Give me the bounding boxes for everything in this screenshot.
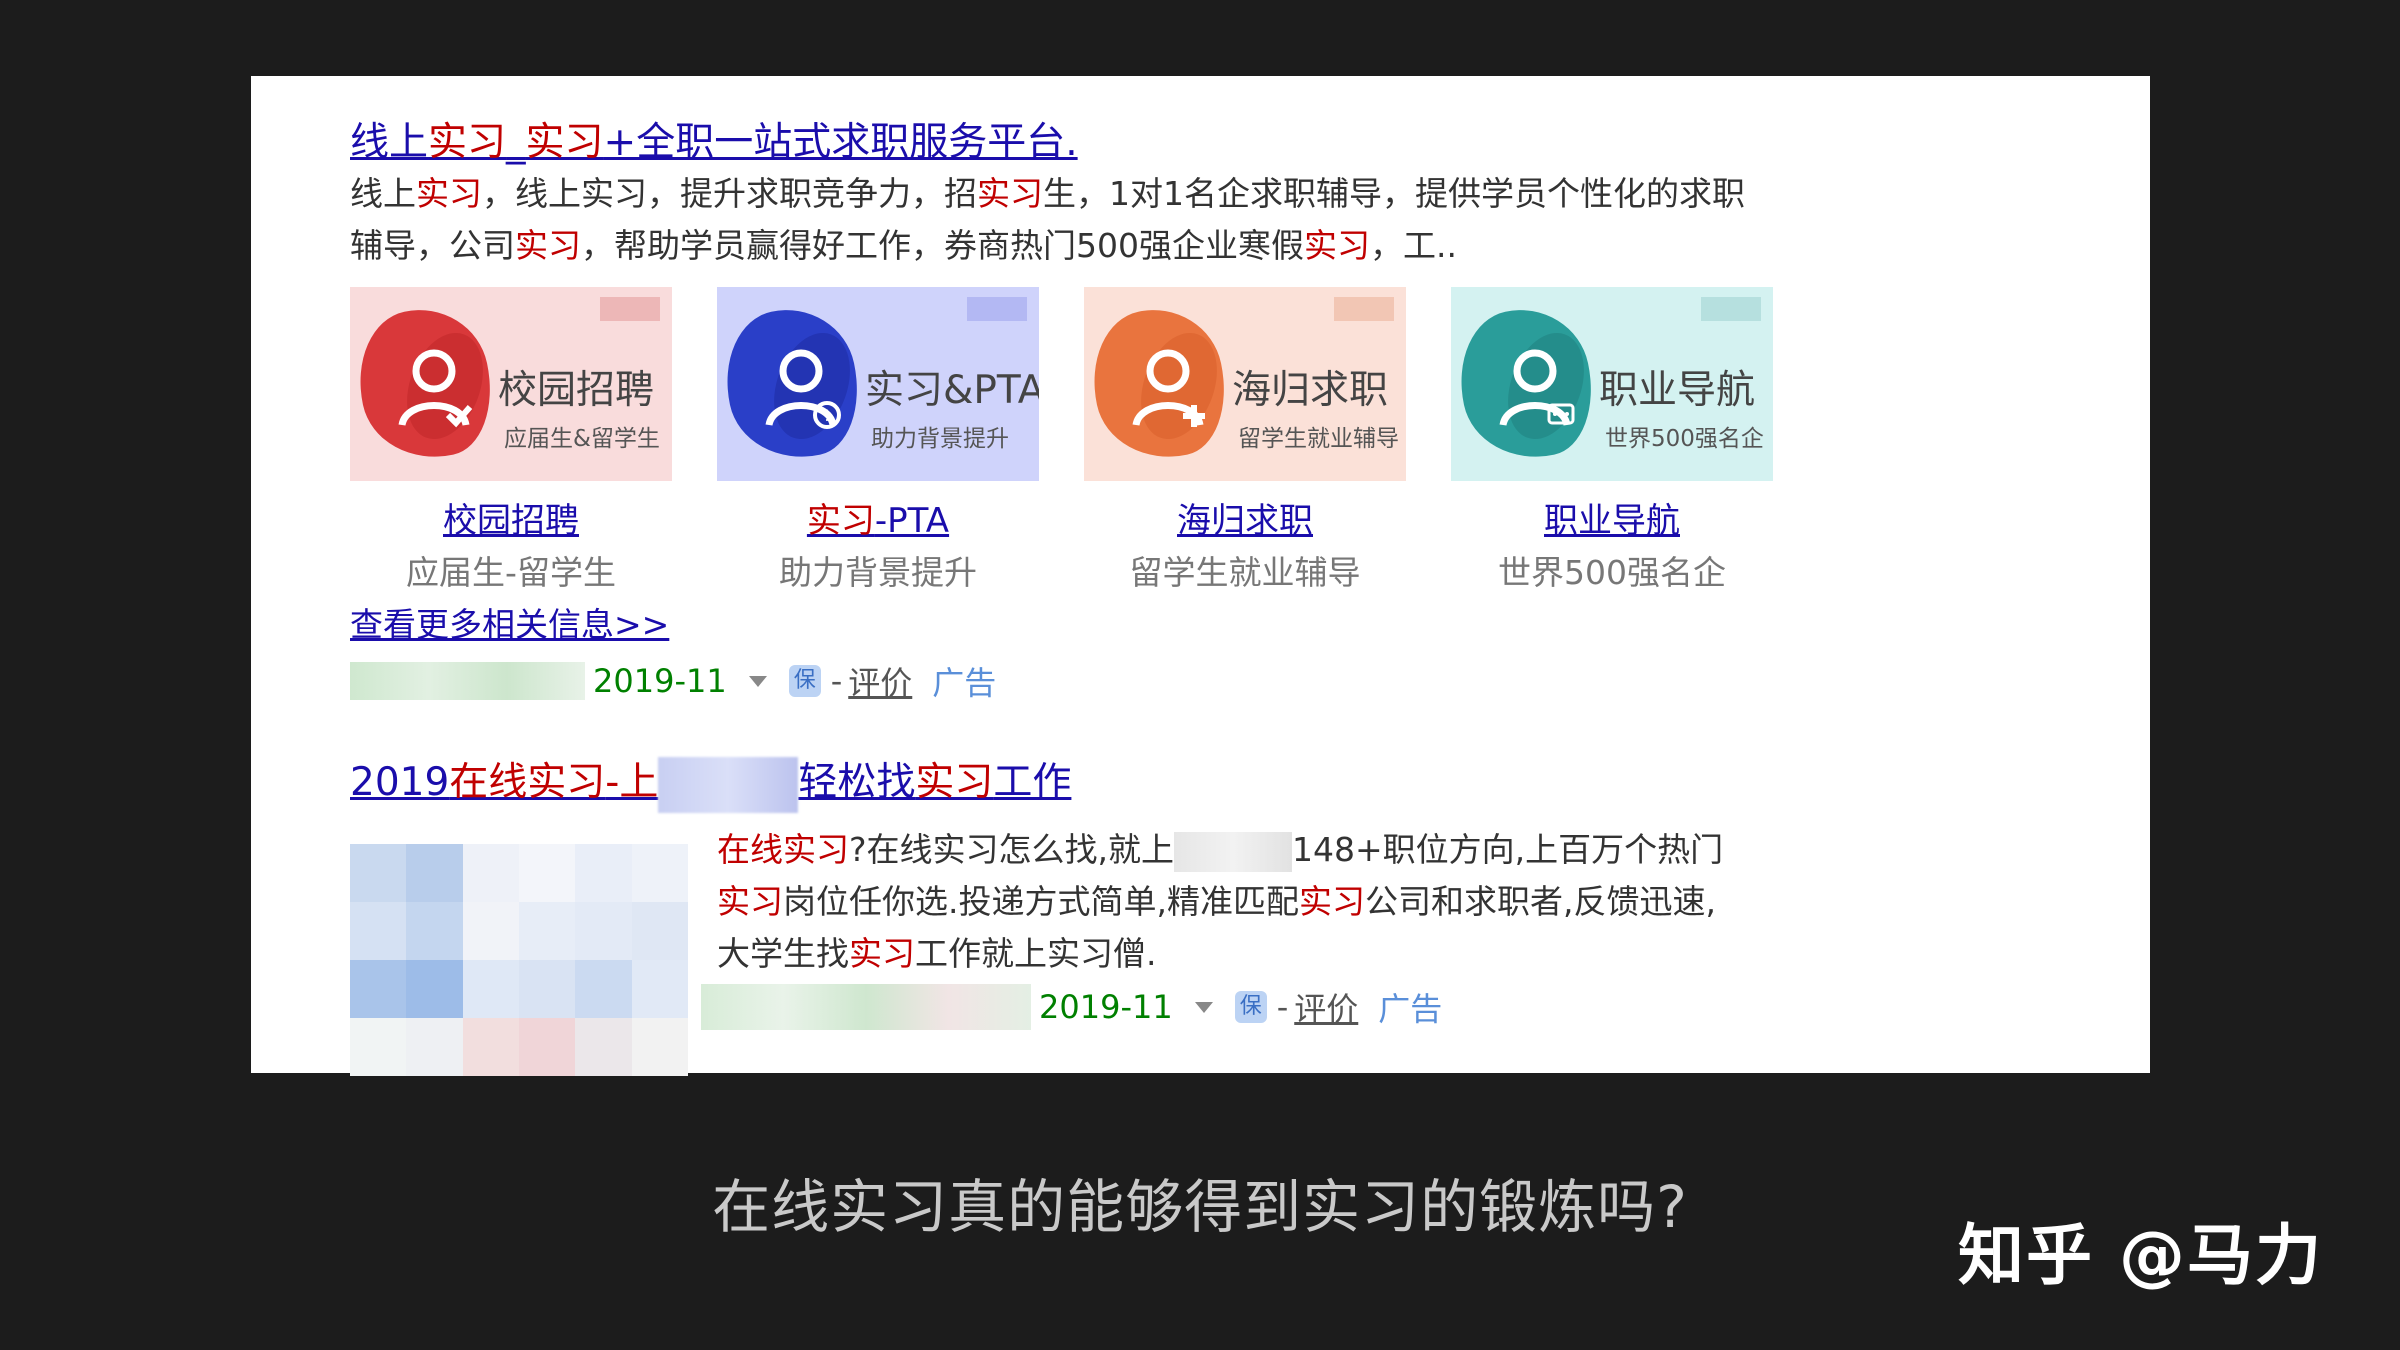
desc-highlight: 实习: [515, 226, 581, 265]
ad-label: 广告: [1378, 990, 1443, 1028]
desc-highlight: 实习: [1298, 882, 1365, 921]
blurred-brand: [1174, 831, 1293, 872]
tile-campus-recruit[interactable]: 校园招聘 应届生&留学生: [350, 287, 672, 481]
result2-description: 在线实习?在线实习怎么找,就上 148+职位方向,上百万个热门 实习岗位任你选.投…: [717, 824, 1817, 980]
tile-caption: 应届生-留学生: [406, 553, 616, 592]
desc-text: 线上: [350, 174, 416, 213]
blurred-brand: [658, 756, 799, 813]
tile-subtitle: 留学生就业辅导: [1238, 426, 1399, 452]
title-text: _: [506, 120, 526, 165]
tile-title: 校园招聘: [498, 368, 655, 413]
result1-url-row: 2019-11 保 - 评价 广告: [350, 656, 996, 706]
person-check-icon: [398, 349, 473, 428]
person-chat-icon: [1499, 349, 1575, 427]
separator: -: [1276, 988, 1289, 1026]
title-highlight: 实习: [428, 120, 507, 165]
tile-caption: 助力背景提升: [779, 553, 977, 592]
svg-text:!: !: [824, 406, 830, 425]
desc-text: 148+职位方向,上百万个热门: [1292, 830, 1724, 869]
result-date: 2019-11: [1039, 988, 1173, 1026]
title-highlight: 实习: [915, 760, 994, 805]
desc-text: 工作就上实习僧.: [915, 934, 1157, 973]
dropdown-arrow-icon[interactable]: [748, 675, 767, 687]
guarantee-badge-icon[interactable]: 保: [1234, 991, 1267, 1023]
title-text: 轻松找: [798, 760, 916, 805]
ad-label: 广告: [932, 664, 997, 702]
guarantee-badge-icon[interactable]: 保: [788, 665, 821, 697]
tile-title: 职业导航: [1599, 368, 1756, 413]
desc-text: ，帮助学员赢得好工作，券商热门500强企业寒假: [581, 226, 1304, 265]
tile-caption: 留学生就业辅导: [1129, 553, 1361, 592]
title-text: 线上: [350, 120, 429, 165]
desc-highlight: 实习: [416, 174, 482, 213]
tile-caption: 世界500强名企: [1498, 553, 1726, 592]
title-text: 工作: [993, 760, 1072, 805]
blurred-thumbnail: [350, 844, 688, 1076]
evaluate-link[interactable]: 评价: [848, 658, 912, 704]
blurred-logo: [600, 297, 660, 321]
blurred-logo: [967, 297, 1027, 321]
result2-title-link[interactable]: 2019在线实习-上 轻松找实习工作: [350, 748, 1071, 818]
title-text: +全职一站式求职服务平台.: [603, 120, 1078, 165]
desc-text: 生，1对1名企求职辅导，提供学员个性化的求职: [1043, 174, 1745, 213]
desc-highlight: 实习: [849, 934, 915, 973]
tile-subtitle: 助力背景提升: [871, 426, 1009, 452]
result1-description: 线上实习，线上实习，提升求职竞争力，招实习生，1对1名企求职辅导，提供学员个性化…: [350, 168, 1810, 272]
more-info-link[interactable]: 查看更多相关信息>>: [350, 600, 669, 650]
desc-highlight: 实习: [717, 882, 783, 921]
desc-text: ，工..: [1370, 226, 1457, 265]
tile-intern-pta[interactable]: ! 实习&PTA 助力背景提升: [717, 287, 1039, 481]
title-text: 2019: [350, 760, 450, 805]
evaluate-link[interactable]: 评价: [1294, 984, 1358, 1030]
tile-link-campus[interactable]: 校园招聘: [350, 496, 672, 546]
person-alert-icon: !: [765, 349, 841, 429]
blurred-url: [350, 662, 585, 700]
tile-link-returnee[interactable]: 海归求职: [1084, 496, 1406, 546]
tile-title: 海归求职: [1232, 368, 1389, 413]
tile-link-pta[interactable]: 实习-PTA: [717, 496, 1039, 546]
desc-text: 大学生找: [717, 934, 849, 973]
zhihu-watermark: 知乎 @马力: [1958, 1217, 2323, 1294]
blurred-url: [701, 984, 1031, 1030]
blurred-logo: [1334, 297, 1394, 321]
desc-highlight: 实习: [1304, 226, 1370, 265]
desc-text: ，线上实习，提升求职竞争力，招: [482, 174, 977, 213]
desc-text: 公司和求职者,反馈迅速,: [1364, 882, 1716, 921]
link-highlight: 实习: [806, 501, 875, 541]
result2-url-row: 2019-11 保 - 评价 广告: [701, 982, 1442, 1032]
tile-subtitle: 世界500强名企: [1605, 426, 1764, 452]
desc-text: 岗位任你选.投递方式简单,精准匹配: [783, 882, 1299, 921]
tile-link-career[interactable]: 职业导航: [1451, 496, 1773, 546]
tile-returnee-job[interactable]: 海归求职 留学生就业辅导: [1084, 287, 1406, 481]
title-highlight: 实习: [525, 120, 604, 165]
person-plus-icon: [1132, 349, 1205, 427]
separator: -: [830, 662, 843, 700]
desc-text: 辅导，公司: [350, 226, 515, 265]
tile-title: 实习&PTA: [865, 368, 1039, 413]
blurred-logo: [1701, 297, 1761, 321]
desc-text: ?在线实习怎么找,就上: [849, 830, 1175, 869]
title-highlight: -上: [605, 760, 659, 805]
tile-career-nav[interactable]: 职业导航 世界500强名企: [1451, 287, 1773, 481]
tile-subtitle: 应届生&留学生: [504, 426, 660, 452]
desc-highlight: 在线实习: [717, 830, 849, 869]
desc-highlight: 实习: [977, 174, 1043, 213]
title-highlight: 在线实习: [449, 760, 606, 805]
search-results-panel: 线上实习_实习+全职一站式求职服务平台. 线上实习，线上实习，提升求职竞争力，招…: [251, 76, 2150, 1076]
dropdown-arrow-icon[interactable]: [1194, 1001, 1213, 1013]
result-date: 2019-11: [593, 662, 727, 700]
link-text: -PTA: [874, 501, 950, 541]
